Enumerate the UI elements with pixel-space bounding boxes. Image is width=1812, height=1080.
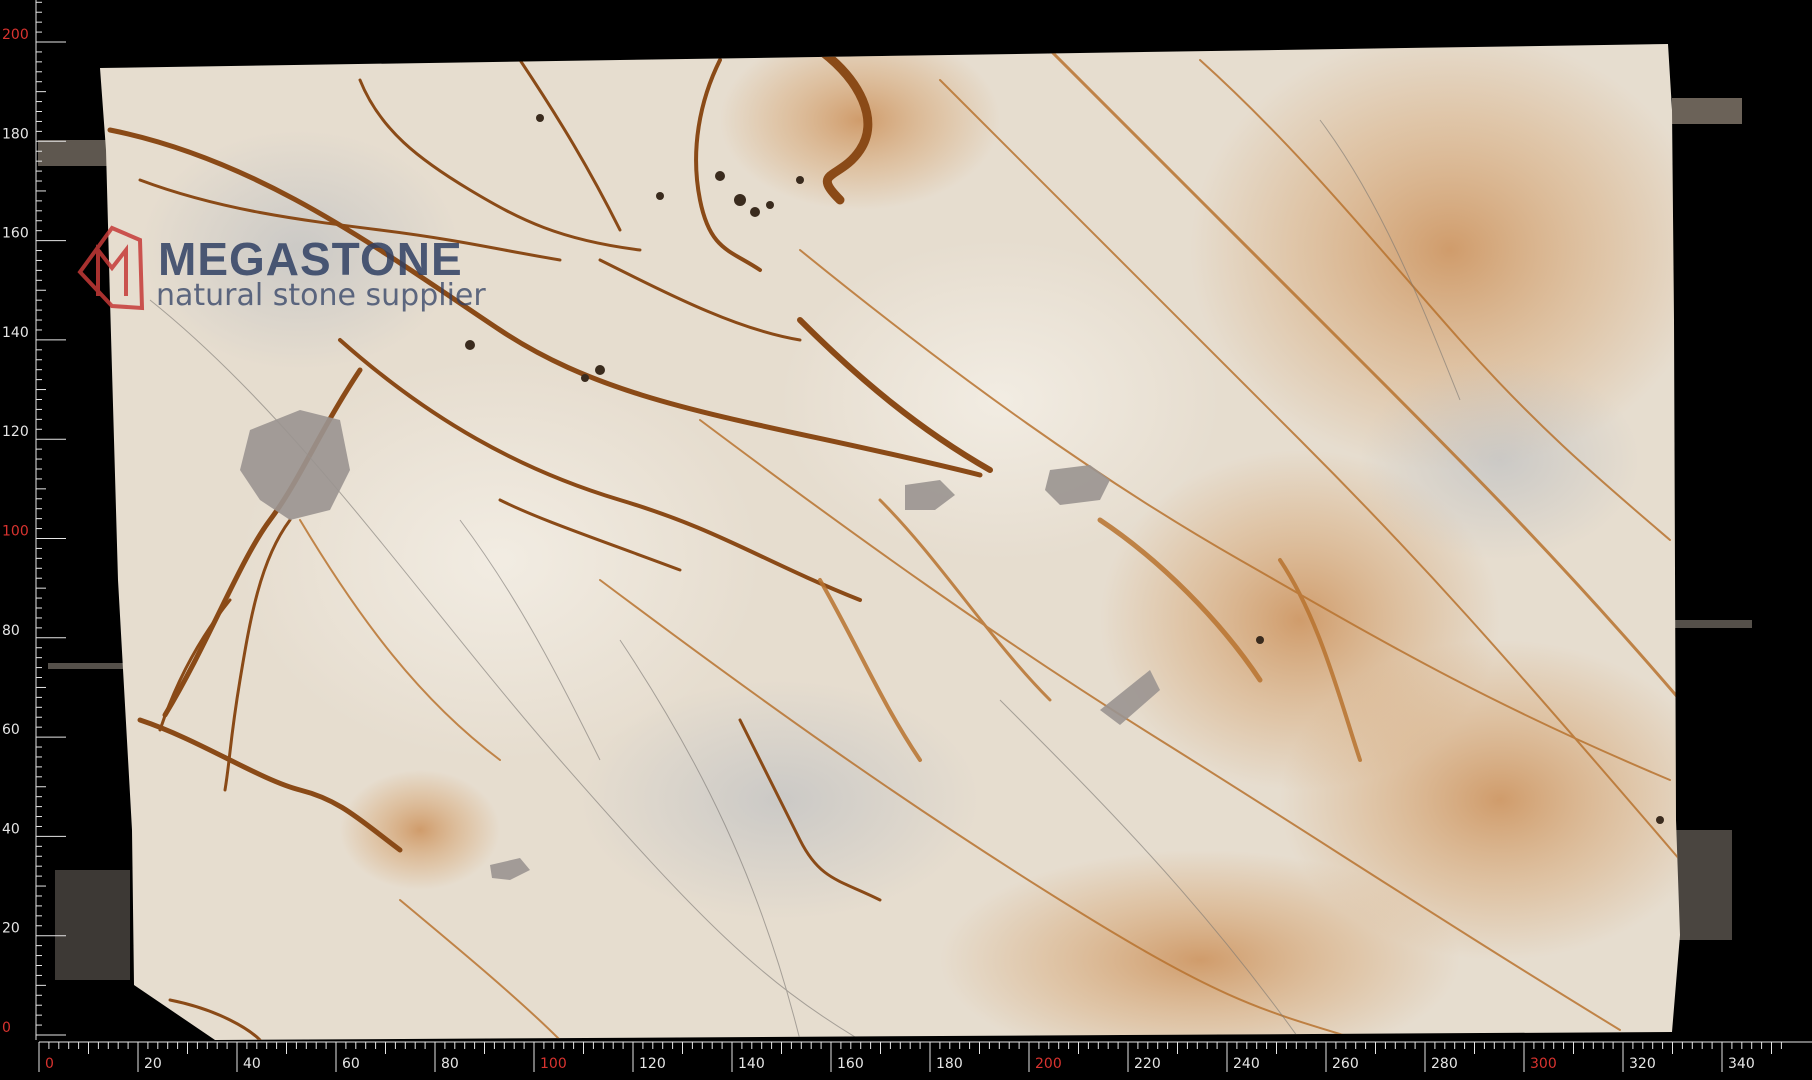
x-tick-label: 300 — [1530, 1056, 1557, 1072]
x-tick-label: 0 — [45, 1056, 54, 1072]
x-axis-ruler: 0 20 40 60 80 100 120 140 160 180 200 220 240 260 280 3… — [38, 1041, 1812, 1072]
x-tick-label: 220 — [1134, 1056, 1161, 1072]
y-tick-label: 0 — [2, 1020, 11, 1036]
y-tick-label: 160 — [2, 226, 29, 242]
x-tick-label: 120 — [639, 1056, 666, 1072]
y-tick-label: 60 — [2, 722, 20, 738]
slab-photo: MEGASTONE natural stone supplier 0 20 40 60… — [2, 0, 1812, 1072]
x-tick-label: 60 — [342, 1056, 360, 1072]
y-tick-label: 100 — [2, 524, 29, 540]
x-tick-label: 340 — [1728, 1056, 1755, 1072]
watermark: MEGASTONE natural stone supplier — [77, 225, 486, 313]
stone-slab — [100, 44, 1680, 1040]
x-tick-label: 160 — [837, 1056, 864, 1072]
x-tick-label: 240 — [1233, 1056, 1260, 1072]
y-tick-label: 180 — [2, 126, 29, 142]
x-tick-label: 280 — [1431, 1056, 1458, 1072]
y-tick-label: 200 — [2, 27, 29, 43]
x-tick-label: 20 — [144, 1056, 162, 1072]
y-tick-label: 120 — [2, 424, 29, 440]
x-tick-label: 140 — [738, 1056, 765, 1072]
watermark-tagline: natural stone supplier — [156, 278, 486, 313]
y-tick-label: 140 — [2, 325, 29, 341]
x-tick-label: 200 — [1035, 1056, 1062, 1072]
x-tick-label: 40 — [243, 1056, 261, 1072]
x-tick-label: 80 — [441, 1056, 459, 1072]
y-tick-label: 40 — [2, 821, 20, 837]
y-tick-label: 20 — [2, 921, 20, 937]
x-tick-label: 180 — [936, 1056, 963, 1072]
x-tick-label: 320 — [1629, 1056, 1656, 1072]
x-tick-label: 100 — [540, 1056, 567, 1072]
x-tick-label: 260 — [1332, 1056, 1359, 1072]
y-tick-label: 80 — [2, 623, 20, 639]
